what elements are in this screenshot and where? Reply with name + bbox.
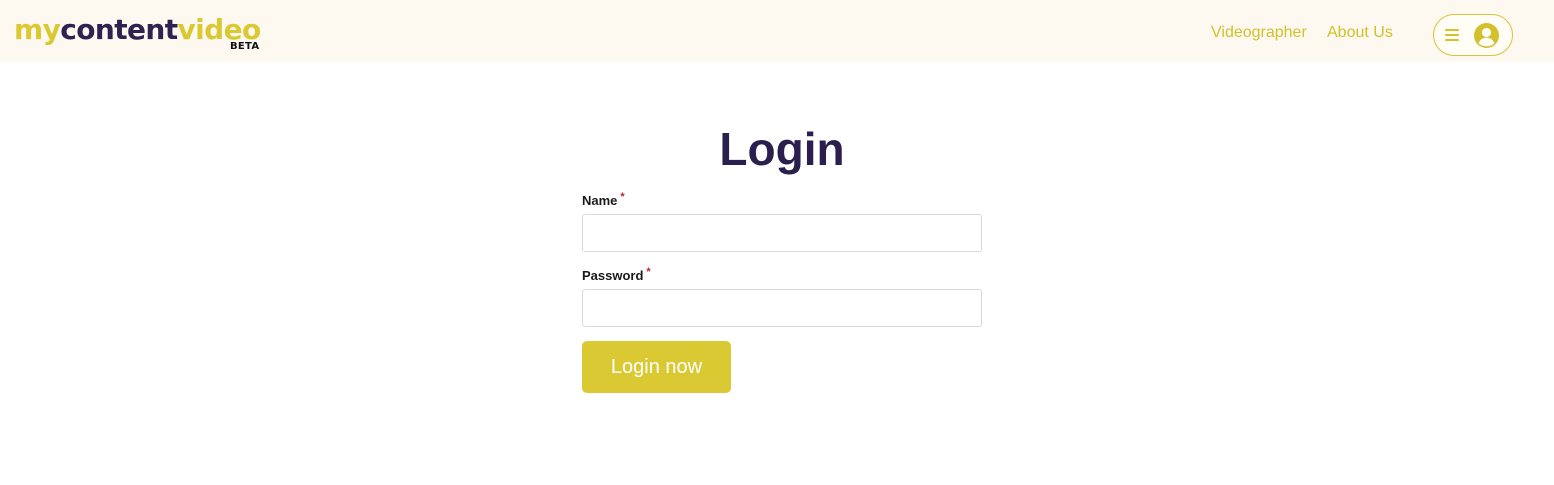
site-header: mycontentvideo BETA Videographer About U… xyxy=(0,0,1554,62)
user-avatar-icon xyxy=(1474,23,1499,48)
required-marker: * xyxy=(646,266,651,278)
logo-wordmark: mycontentvideo xyxy=(14,10,261,50)
logo-text-my: my xyxy=(14,13,61,46)
nav-link-about-us[interactable]: About Us xyxy=(1327,24,1393,42)
login-now-button[interactable]: Login now xyxy=(582,341,731,393)
password-label: Password * xyxy=(582,266,651,283)
site-logo[interactable]: mycontentvideo BETA xyxy=(14,10,264,54)
name-input[interactable] xyxy=(582,214,982,252)
page-title: Login xyxy=(719,123,845,175)
password-input[interactable] xyxy=(582,289,982,327)
beta-badge: BETA xyxy=(230,41,260,52)
hamburger-icon xyxy=(1445,29,1459,41)
required-marker: * xyxy=(620,191,625,203)
user-menu-button[interactable] xyxy=(1433,14,1513,56)
logo-text-content: content xyxy=(60,13,178,46)
nav-link-videographer[interactable]: Videographer xyxy=(1211,24,1307,42)
name-label: Name * xyxy=(582,191,625,208)
